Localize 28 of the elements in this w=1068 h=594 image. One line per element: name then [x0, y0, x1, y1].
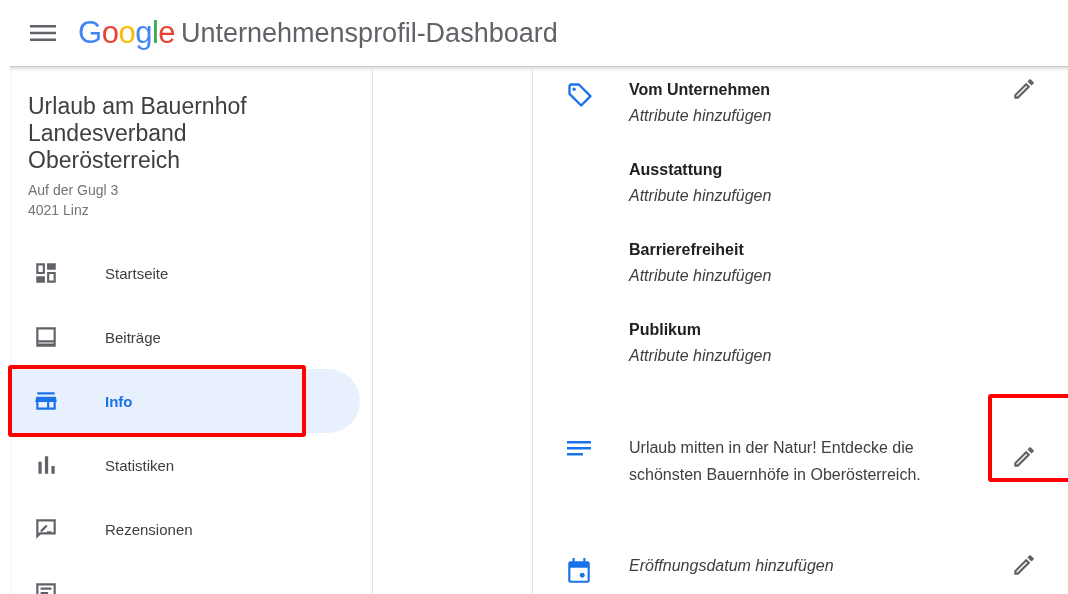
attribute-title: Ausstattung	[629, 160, 724, 180]
add-opening-date-link[interactable]: Eröffnungsdatum hinzufügen	[629, 553, 1004, 579]
add-attributes-link[interactable]: Attribute hinzufügen	[629, 343, 1004, 369]
attribute-title: Vom Unternehmen	[629, 80, 772, 100]
pencil-icon	[1011, 444, 1037, 470]
add-attributes-link[interactable]: Attribute hinzufügen	[629, 183, 1004, 209]
menu-icon[interactable]	[30, 23, 56, 43]
attribute-title: Barrierefreiheit	[629, 240, 745, 260]
nav-item[interactable]: Rezensionen	[10, 497, 360, 561]
logo: Google	[78, 15, 175, 51]
app-title: Unternehmensprofil-Dashboard	[181, 17, 558, 49]
nav-item[interactable]: Startseite	[10, 241, 360, 305]
add-attributes-link[interactable]: Attribute hinzufügen	[629, 103, 1004, 129]
add-attributes-link[interactable]: Attribute hinzufügen	[629, 263, 1004, 289]
dashboard-icon	[33, 260, 59, 286]
nav-item[interactable]: Beiträge	[10, 305, 360, 369]
pencil-icon	[1011, 552, 1037, 578]
nav-item[interactable]: Statistiken	[10, 433, 360, 497]
address-line: Auf der Gugl 3	[28, 181, 120, 200]
tag-icon	[566, 81, 594, 109]
address-line: 4021 Linz	[28, 201, 90, 220]
description-text: Urlaub mitten in der Natur! Entdecke die schönsten Bauernhöfe in Oberösterreich.	[629, 438, 922, 485]
calendar-icon	[566, 557, 592, 585]
monitor-icon	[33, 324, 59, 350]
text-lines-icon	[566, 438, 592, 458]
pencil-icon	[1011, 76, 1037, 102]
attribute-title: Publikum	[629, 320, 702, 340]
business-name: Urlaub am Bauernhof Landesverband Oberösterreich	[27, 93, 248, 174]
